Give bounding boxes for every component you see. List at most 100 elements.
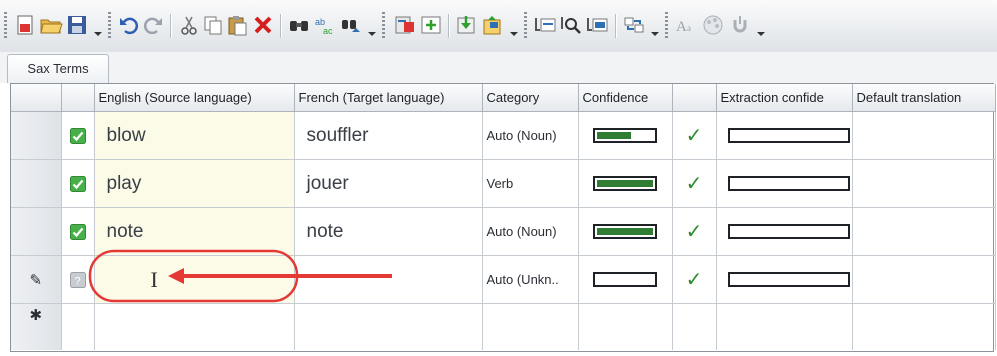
new-row-selector[interactable]: ✱ — [11, 303, 62, 350]
find-next-icon[interactable] — [338, 12, 364, 38]
toolbar-grip[interactable] — [665, 12, 668, 38]
row-checkbox-cell[interactable] — [61, 111, 95, 160]
row-selector[interactable]: ✎ — [11, 255, 62, 304]
col-header-source[interactable]: English (Source language) — [94, 84, 295, 112]
col-header-confidence[interactable]: Confidence — [578, 84, 673, 112]
new-row-cell[interactable] — [482, 303, 579, 350]
row-selector[interactable] — [11, 207, 62, 256]
new-row[interactable]: ✱ — [11, 303, 996, 350]
new-row-cell[interactable] — [94, 303, 295, 350]
default-translation-cell[interactable] — [852, 255, 996, 304]
font-icon[interactable]: Aa — [673, 12, 699, 38]
confidence-bar — [593, 176, 657, 191]
save-icon[interactable] — [64, 12, 90, 38]
source-term-cell[interactable]: play — [94, 159, 295, 208]
palette-icon[interactable] — [700, 12, 726, 38]
checked-checkbox-icon[interactable] — [69, 127, 86, 144]
target-term-cell[interactable]: souffler — [294, 111, 483, 160]
validated-cell[interactable]: ✓ — [672, 159, 717, 208]
category-cell[interactable]: Verb — [482, 159, 579, 208]
table-row[interactable]: blow souffler Auto (Noun) ✓ — [11, 111, 996, 160]
col-header-target[interactable]: French (Target language) — [294, 84, 483, 112]
toolbar: ab ac Aa — [0, 0, 997, 53]
new-row-cell[interactable] — [852, 303, 996, 350]
new-row-cell[interactable] — [672, 303, 717, 350]
toolbar-grip[interactable] — [108, 12, 111, 38]
validated-cell[interactable]: ✓ — [672, 111, 717, 160]
col-header-extraction[interactable]: Extraction confide — [716, 84, 853, 112]
target-term-cell[interactable] — [294, 255, 483, 304]
validated-cell[interactable]: ✓ — [672, 207, 717, 256]
settings-icon[interactable] — [727, 12, 753, 38]
col-header-validated[interactable] — [672, 84, 717, 112]
category-cell[interactable]: Auto (Unkn.. — [482, 255, 579, 304]
new-row-cell[interactable] — [578, 303, 673, 350]
col-header-default[interactable]: Default translation — [852, 84, 996, 112]
header-row-selector[interactable] — [11, 84, 62, 112]
header-row: English (Source language) French (Target… — [11, 84, 996, 112]
paste-icon[interactable] — [224, 12, 250, 38]
target-term-cell[interactable]: jouer — [294, 159, 483, 208]
row-checkbox-cell[interactable]: ? — [61, 255, 95, 304]
svg-text:A: A — [676, 19, 687, 35]
open-folder-icon[interactable] — [38, 12, 64, 38]
row-checkbox-cell[interactable] — [61, 159, 95, 208]
toolbar-overflow-chevron-icon[interactable] — [92, 18, 104, 38]
search-terms-icon[interactable] — [559, 12, 585, 38]
checked-checkbox-icon[interactable] — [69, 223, 86, 240]
replace-icon[interactable]: ab ac — [312, 12, 338, 38]
toolbar-grip[interactable] — [524, 12, 527, 38]
svg-text:?: ? — [74, 275, 80, 287]
delete-icon[interactable] — [250, 12, 276, 38]
col-header-category[interactable]: Category — [482, 84, 579, 112]
refresh-icon[interactable] — [621, 12, 647, 38]
new-row-cell[interactable] — [61, 303, 95, 350]
export-icon[interactable] — [480, 12, 506, 38]
category-cell[interactable]: Auto (Noun) — [482, 207, 579, 256]
term-list-icon[interactable] — [585, 12, 611, 38]
add-term-icon[interactable] — [418, 12, 444, 38]
default-translation-cell[interactable] — [852, 111, 996, 160]
header-check[interactable] — [61, 84, 95, 112]
toolbar-separator — [170, 14, 171, 38]
source-term-cell[interactable]: blow — [94, 111, 295, 160]
default-translation-cell[interactable] — [852, 159, 996, 208]
toolbar-overflow-chevron-icon[interactable] — [508, 18, 520, 38]
toolbar-overflow-chevron-icon[interactable] — [366, 18, 378, 38]
category-cell[interactable]: Auto (Noun) — [482, 111, 579, 160]
source-term-cell[interactable]: note — [94, 207, 295, 256]
toolbar-separator — [448, 14, 449, 38]
row-checkbox-cell[interactable] — [61, 207, 95, 256]
default-translation-cell[interactable] — [852, 207, 996, 256]
tab-strip — [0, 52, 997, 83]
target-term-cell[interactable]: note — [294, 207, 483, 256]
import-icon[interactable] — [454, 12, 480, 38]
row-selector[interactable] — [11, 111, 62, 160]
checkmark-icon: ✓ — [685, 269, 703, 291]
find-icon[interactable] — [286, 12, 312, 38]
checked-checkbox-icon[interactable] — [69, 175, 86, 192]
new-row-cell[interactable] — [294, 303, 483, 350]
new-document-icon[interactable] — [12, 12, 38, 38]
validated-cell[interactable]: ✓ — [672, 255, 717, 304]
tab-sax-terms[interactable]: Sax Terms — [7, 54, 109, 83]
toolbar-overflow-chevron-icon[interactable] — [755, 18, 767, 38]
redo-icon[interactable] — [140, 12, 166, 38]
extract-terms-icon[interactable] — [533, 12, 559, 38]
toolbar-grip[interactable] — [382, 12, 385, 38]
row-selector[interactable] — [11, 159, 62, 208]
toolbar-overflow-chevron-icon[interactable] — [649, 18, 661, 38]
confidence-bar — [593, 272, 657, 287]
term-properties-icon[interactable] — [392, 12, 418, 38]
copy-icon[interactable] — [200, 12, 226, 38]
undo-icon[interactable] — [116, 12, 142, 38]
table-row[interactable]: ✎? I Auto (Unkn.. ✓ — [11, 255, 996, 304]
table-row[interactable]: note note Auto (Noun) ✓ — [11, 207, 996, 256]
toolbar-grip[interactable] — [4, 12, 7, 38]
new-row-cell[interactable] — [716, 303, 853, 350]
confidence-bar-fill — [597, 228, 653, 235]
unknown-checkbox-icon[interactable]: ? — [69, 271, 86, 288]
cut-icon[interactable] — [176, 12, 202, 38]
table-row[interactable]: play jouer Verb ✓ — [11, 159, 996, 208]
source-term-cell[interactable]: I — [94, 255, 295, 304]
